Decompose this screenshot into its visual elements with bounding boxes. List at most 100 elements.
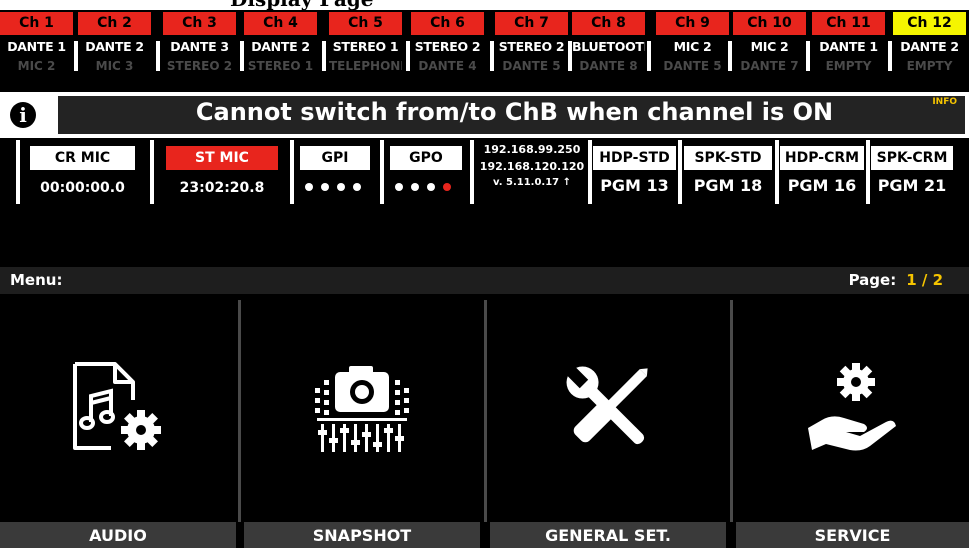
channel-alt-source: STEREO 1 <box>247 59 314 72</box>
status-divider <box>380 140 384 204</box>
monitor-label: SPK-CRM <box>871 146 953 170</box>
channel-source: DANTE 1 <box>819 39 878 54</box>
cr-mic-timer: 00:00:00.0 <box>40 180 125 196</box>
channel-7[interactable]: Ch 7 STEREO 2 DANTE 5 <box>495 12 568 74</box>
service-hand-icon <box>798 358 908 458</box>
gpo-indicator[interactable]: GPO <box>390 146 462 170</box>
tile-divider <box>730 300 733 522</box>
channel-alt-source: DANTE 4 <box>418 59 477 72</box>
st-mic-indicator[interactable]: ST MIC <box>166 146 278 170</box>
status-divider <box>588 140 592 204</box>
menu-tile-general-settings[interactable]: GENERAL SET. <box>490 300 726 548</box>
top-header-strip: Display Page <box>0 0 969 10</box>
page-label: Page: <box>848 271 897 289</box>
channel-divider <box>240 41 244 71</box>
channel-alt-source: TELEPHONE <box>329 59 402 72</box>
channel-divider <box>806 41 810 71</box>
channel-strip: Ch 1 DANTE 1 MIC 2 Ch 2 DANTE 2 MIC 3 Ch… <box>0 10 969 77</box>
status-divider <box>16 140 20 204</box>
gpi-dot <box>321 183 329 191</box>
gpo-state-dots <box>395 183 457 193</box>
monitor-spk-std[interactable]: SPK-STD PGM 18 <box>684 140 772 204</box>
channel-2[interactable]: Ch 2 DANTE 2 MIC 3 <box>78 12 151 74</box>
channel-divider <box>490 41 494 71</box>
page-indicator[interactable]: Page: 1 / 2 <box>849 271 943 289</box>
channel-source: DANTE 1 <box>7 39 66 54</box>
menu-tile-label: SNAPSHOT <box>244 522 480 548</box>
channel-divider <box>728 41 732 71</box>
gpo-dot <box>395 183 403 191</box>
monitor-hdp-std[interactable]: HDP-STD PGM 13 <box>593 140 676 204</box>
channel-source: DANTE 3 <box>170 39 229 54</box>
channel-number: Ch 10 <box>733 12 806 35</box>
channel-number: Ch 11 <box>812 12 885 35</box>
gpi-dot <box>337 183 345 191</box>
status-divider <box>150 140 154 204</box>
audio-settings-icon <box>63 358 173 458</box>
top-strip-text: Display Page <box>230 0 374 10</box>
channel-9[interactable]: Ch 9 MIC 2 DANTE 5 <box>656 12 729 74</box>
menu-tile-snapshot[interactable]: SNAPSHOT <box>244 300 480 548</box>
channel-11[interactable]: Ch 11 DANTE 1 EMPTY <box>812 12 885 74</box>
gpo-dot <box>427 183 435 191</box>
status-row: CR MIC 00:00:00.0 ST MIC 23:02:20.8 GPI … <box>0 140 969 204</box>
info-message: Cannot switch from/to ChB when channel i… <box>195 98 834 126</box>
channel-source: MIC 2 <box>750 39 789 54</box>
monitor-pgm: PGM 18 <box>693 176 763 195</box>
snapshot-camera-icon <box>307 358 417 458</box>
monitor-label: HDP-STD <box>593 146 676 170</box>
channel-3[interactable]: Ch 3 DANTE 3 STEREO 2 <box>163 12 236 74</box>
channel-6[interactable]: Ch 6 STEREO 2 DANTE 4 <box>411 12 484 74</box>
menu-tile-label: GENERAL SET. <box>490 522 726 548</box>
channel-number: Ch 8 <box>572 12 645 35</box>
cr-mic-indicator[interactable]: CR MIC <box>30 146 135 170</box>
info-icon: i <box>10 102 36 128</box>
gpi-dot <box>305 183 313 191</box>
channel-divider <box>156 41 160 71</box>
channel-12[interactable]: Ch 12 DANTE 2 EMPTY <box>893 12 966 74</box>
channel-source: BLUETOOTH <box>572 39 645 54</box>
monitor-label: SPK-STD <box>684 146 772 170</box>
channel-number: Ch 6 <box>411 12 484 35</box>
monitor-spk-crm[interactable]: SPK-CRM PGM 21 <box>871 140 953 204</box>
status-divider <box>290 140 294 204</box>
menu-label: Menu: <box>10 271 63 289</box>
menu-tile-audio[interactable]: AUDIO <box>0 300 236 548</box>
channel-alt-source: DANTE 8 <box>579 59 638 72</box>
tools-icon <box>553 358 663 458</box>
channel-5[interactable]: Ch 5 STEREO 1 TELEPHONE <box>329 12 402 74</box>
monitor-hdp-crm[interactable]: HDP-CRM PGM 16 <box>780 140 864 204</box>
channel-divider <box>406 41 410 71</box>
menu-bar: Menu: Page: 1 / 2 <box>0 267 969 294</box>
channel-source: DANTE 2 <box>251 39 310 54</box>
channel-number: Ch 2 <box>78 12 151 35</box>
channel-alt-source: DANTE 5 <box>663 59 722 72</box>
firmware-version: v. 5.11.0.17 ↑ <box>493 177 571 188</box>
channel-alt-source: MIC 3 <box>95 59 134 72</box>
channel-1[interactable]: Ch 1 DANTE 1 MIC 2 <box>0 12 73 74</box>
channel-alt-source: EMPTY <box>906 59 953 72</box>
channel-4[interactable]: Ch 4 DANTE 2 STEREO 1 <box>244 12 317 74</box>
channel-divider <box>888 41 892 71</box>
status-divider <box>866 140 870 204</box>
ip-address-secondary: 192.168.120.120 <box>479 160 585 173</box>
channel-source: MIC 2 <box>673 39 712 54</box>
channel-number: Ch 5 <box>329 12 402 35</box>
channel-number: Ch 1 <box>0 12 73 35</box>
gpo-dot-active <box>443 183 451 191</box>
channel-alt-source: DANTE 5 <box>502 59 561 72</box>
channel-10[interactable]: Ch 10 MIC 2 DANTE 7 <box>733 12 806 74</box>
page-value: 1 / 2 <box>906 271 943 289</box>
monitor-pgm: PGM 13 <box>600 176 669 195</box>
menu-tile-service[interactable]: SERVICE <box>736 300 969 548</box>
monitor-label: HDP-CRM <box>780 146 864 170</box>
status-divider <box>775 140 779 204</box>
channel-8[interactable]: Ch 8 BLUETOOTH DANTE 8 <box>572 12 645 74</box>
channel-source: STEREO 1 <box>332 39 399 54</box>
status-divider <box>678 140 682 204</box>
tile-divider <box>238 300 241 522</box>
gpi-indicator[interactable]: GPI <box>300 146 370 170</box>
gpo-dot <box>411 183 419 191</box>
channel-number: Ch 9 <box>656 12 729 35</box>
channel-alt-source: MIC 2 <box>17 59 56 72</box>
